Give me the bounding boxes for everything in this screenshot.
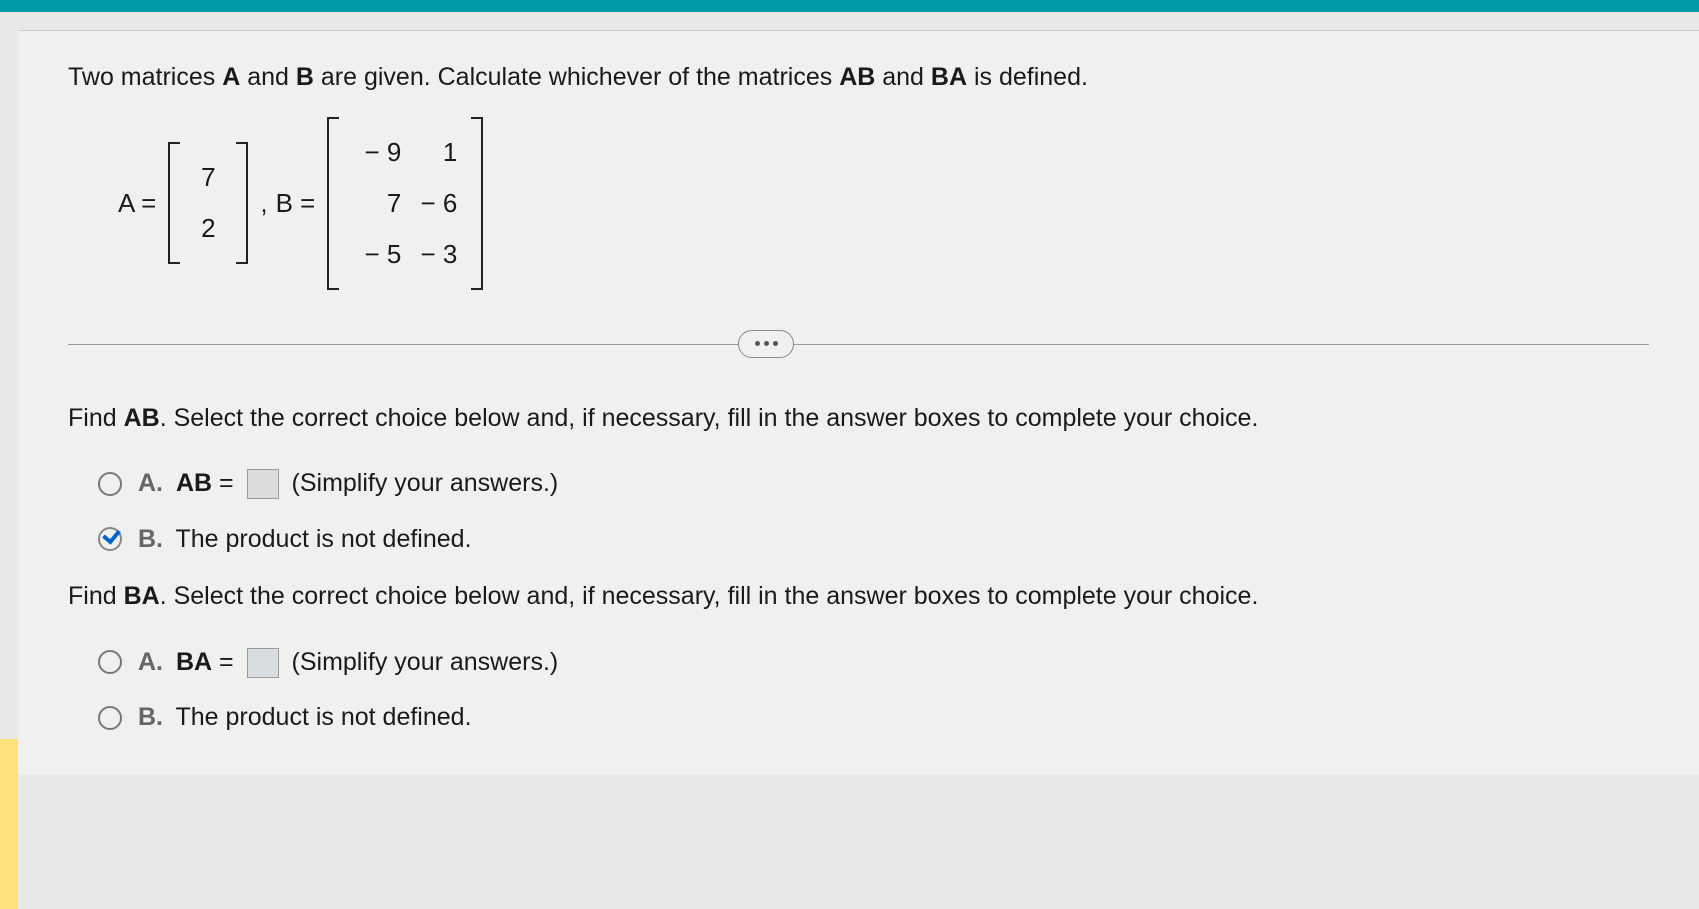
choice-text: The product is not defined. xyxy=(176,525,472,553)
bracket-right-icon xyxy=(236,142,248,264)
choice-var: BA xyxy=(176,648,212,676)
ab-suffix: . Select the correct choice below and, i… xyxy=(160,404,1259,432)
ab-prod: AB xyxy=(124,404,160,432)
matrix-definitions: A = 7 2 , B = − 91 7− 6 − 5− 3 xyxy=(118,117,1649,290)
matrix-a-cell: 2 xyxy=(190,203,226,254)
choice-letter: A. xyxy=(138,648,163,676)
q-mid3: and xyxy=(875,63,931,91)
part-ba-choices: A. BA = (Simplify your answers.) B. The … xyxy=(98,644,1649,737)
choice-ba-a[interactable]: A. BA = (Simplify your answers.) xyxy=(98,644,1649,682)
radio-button[interactable] xyxy=(98,472,122,496)
question-panel: Two matrices A and B are given. Calculat… xyxy=(18,30,1699,775)
matrix-b-cell: 1 xyxy=(405,127,461,178)
choice-letter: A. xyxy=(138,469,163,497)
q-matrix-a: A xyxy=(222,63,240,91)
q-suffix: is defined. xyxy=(967,63,1088,91)
matrix-b-cell: − 3 xyxy=(405,229,461,280)
choice-ba-b[interactable]: B. The product is not defined. xyxy=(98,699,1649,737)
part-ba-prompt: Find BA. Select the correct choice below… xyxy=(68,578,1649,616)
matrix-b-cell: − 6 xyxy=(405,178,461,229)
matrix-a: 7 2 xyxy=(168,142,248,264)
q-matrix-b: B xyxy=(296,63,314,91)
choice-hint: (Simplify your answers.) xyxy=(292,648,559,676)
radio-button[interactable] xyxy=(98,706,122,730)
matrix-a-cell: 7 xyxy=(190,152,226,203)
choice-var: AB xyxy=(176,469,212,497)
ab-prefix: Find xyxy=(68,404,124,432)
choice-ab-a[interactable]: A. AB = (Simplify your answers.) xyxy=(98,465,1649,503)
part-ab-choices: A. AB = (Simplify your answers.) B. The … xyxy=(98,465,1649,558)
dot-icon xyxy=(764,341,769,346)
matrix-a-label: A = xyxy=(118,184,156,223)
bracket-left-icon xyxy=(327,117,339,290)
dot-icon xyxy=(773,341,778,346)
matrix-b-cell: − 5 xyxy=(349,229,405,280)
q-prod-ba: BA xyxy=(931,63,967,91)
choice-text: The product is not defined. xyxy=(176,703,472,731)
q-prefix: Two matrices xyxy=(68,63,222,91)
radio-button-checked[interactable] xyxy=(98,527,122,551)
bracket-right-icon xyxy=(471,117,483,290)
choice-eq: = xyxy=(212,469,241,497)
q-mid1: and xyxy=(240,63,296,91)
expand-button[interactable] xyxy=(738,330,794,358)
part-ab-prompt: Find AB. Select the correct choice below… xyxy=(68,400,1649,438)
matrix-b-cell: − 9 xyxy=(349,127,405,178)
choice-hint: (Simplify your answers.) xyxy=(292,469,559,497)
bracket-left-icon xyxy=(168,142,180,264)
choice-ab-b[interactable]: B. The product is not defined. xyxy=(98,521,1649,559)
comma: , xyxy=(260,184,267,223)
top-accent-bar xyxy=(0,0,1699,12)
ba-prod: BA xyxy=(124,582,160,610)
answer-input[interactable] xyxy=(247,648,279,678)
choice-letter: B. xyxy=(138,703,163,731)
ba-prefix: Find xyxy=(68,582,124,610)
radio-button[interactable] xyxy=(98,650,122,674)
choice-eq: = xyxy=(212,648,241,676)
choice-letter: B. xyxy=(138,525,163,553)
answer-input[interactable] xyxy=(247,469,279,499)
divider xyxy=(68,330,1649,360)
highlight-strip xyxy=(0,739,18,909)
matrix-b-label: B = xyxy=(276,184,316,223)
ba-suffix: . Select the correct choice below and, i… xyxy=(160,582,1259,610)
dot-icon xyxy=(755,341,760,346)
question-text: Two matrices A and B are given. Calculat… xyxy=(68,59,1649,97)
q-mid2: are given. Calculate whichever of the ma… xyxy=(314,63,839,91)
divider-line xyxy=(68,344,1649,345)
matrix-b: − 91 7− 6 − 5− 3 xyxy=(327,117,483,290)
matrix-b-cell: 7 xyxy=(349,178,405,229)
q-prod-ab: AB xyxy=(839,63,875,91)
